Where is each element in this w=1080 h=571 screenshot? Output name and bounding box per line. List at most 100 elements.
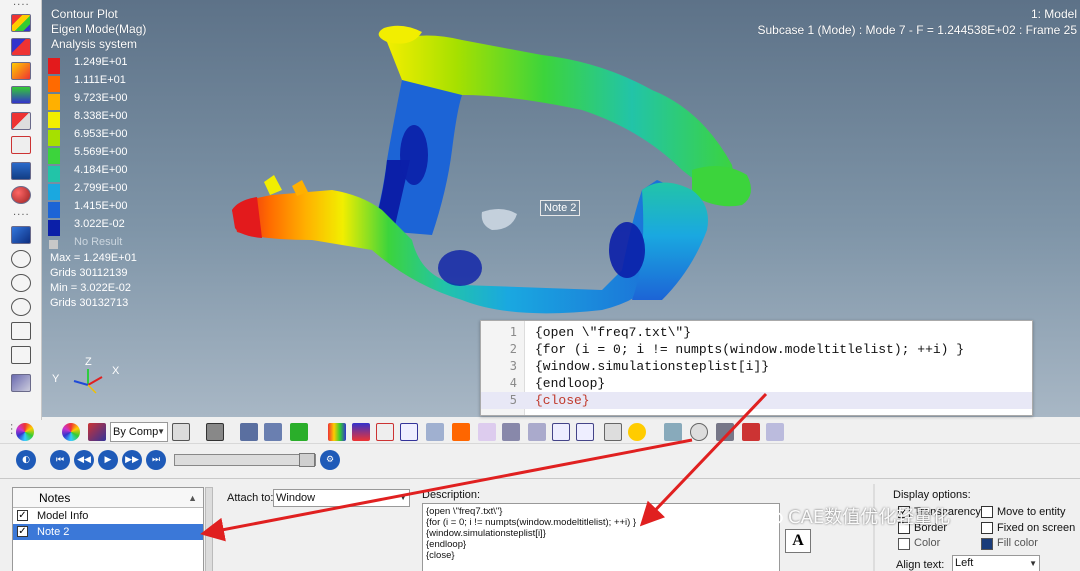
mesh-icon[interactable] <box>11 374 31 392</box>
color-mode-select[interactable]: By Comp ▼ <box>110 422 168 442</box>
shaded-cube-icon[interactable] <box>206 423 224 441</box>
vector-icon[interactable] <box>352 423 370 441</box>
notes-list[interactable]: Notes ▲ ✓ Model Info ✓ Note 2 <box>12 487 204 571</box>
contour-tool-icon[interactable] <box>11 14 31 32</box>
fill-color-swatch[interactable] <box>981 538 993 550</box>
color-wheel-icon[interactable] <box>16 423 34 441</box>
fringe-icon[interactable] <box>528 423 546 441</box>
align-text-select[interactable]: Left ▼ <box>952 555 1040 571</box>
hierarchy-2-icon[interactable] <box>11 346 31 364</box>
code-snippet-panel: 1 {open \"freq7.txt\"} 2 {for (i = 0; i != … <box>480 320 1033 416</box>
slider-thumb[interactable] <box>299 453 315 467</box>
hyperview-window: ···· ···· Contour Plot Eigen Mode(Mag) A… <box>0 0 1080 571</box>
spin-icon[interactable] <box>628 423 646 441</box>
note-checkbox[interactable]: ✓ <box>17 526 28 537</box>
component-color-icon[interactable] <box>88 423 106 441</box>
measure-tool-icon[interactable] <box>576 423 594 441</box>
notes-header[interactable]: Notes ▲ <box>13 488 203 508</box>
model-label: 1: Model <box>1030 7 1077 21</box>
legend-swatch <box>48 112 60 128</box>
move-to-entity-label: Move to entity <box>997 506 1066 518</box>
iso-plot-icon[interactable] <box>11 86 31 104</box>
spheres-icon[interactable] <box>11 186 31 204</box>
toolbar-grip-h[interactable]: ··· <box>5 423 16 436</box>
color-label: Color <box>914 537 941 549</box>
note-2-tag[interactable]: Note 2 <box>540 200 581 216</box>
tracking-icon[interactable] <box>478 423 496 441</box>
eye-filter-icon[interactable] <box>11 298 31 316</box>
find-icon[interactable] <box>664 423 682 441</box>
tensor-plot-icon[interactable] <box>11 62 31 80</box>
annotation-icon[interactable] <box>716 423 734 441</box>
hierarchy-icon[interactable] <box>11 322 31 340</box>
vector-plot-icon[interactable] <box>11 38 31 56</box>
description-line: {open \"freq7.txt\"} <box>426 506 503 517</box>
toolbar-grip[interactable]: ···· <box>13 0 30 11</box>
components-icon[interactable] <box>290 423 308 441</box>
chevron-down-icon: ▼ <box>399 493 407 502</box>
legend-value: 1.249E+01 <box>74 56 128 68</box>
legend-value: 6.953E+00 <box>74 128 128 140</box>
iso-value-icon[interactable] <box>400 423 418 441</box>
build-plots-icon[interactable] <box>502 423 520 441</box>
legend-swatch <box>48 130 60 146</box>
measure-icon[interactable] <box>11 136 31 154</box>
font-button[interactable]: A <box>785 529 811 553</box>
max-value: Max = 1.249E+01 <box>50 252 137 264</box>
legend-icon[interactable] <box>742 423 760 441</box>
note-item-model-info[interactable]: ✓ Model Info <box>13 508 203 524</box>
chevron-down-icon: ▼ <box>1029 559 1037 568</box>
curve-plot-icon[interactable] <box>766 423 784 441</box>
wireframe-cube-icon[interactable] <box>172 423 190 441</box>
description-label: Description: <box>422 489 481 501</box>
animation-mode-icon[interactable]: ◐ <box>16 450 36 470</box>
code-text: {window.simulationsteplist[i]} <box>535 359 770 374</box>
text-color-swatch[interactable] <box>898 538 910 550</box>
no-result-label: No Result <box>74 236 123 248</box>
frame-slider[interactable] <box>174 453 316 467</box>
clip-icon[interactable] <box>604 423 622 441</box>
mesh-lines-icon[interactable] <box>264 423 282 441</box>
eye-visibility-icon[interactable] <box>11 250 31 268</box>
deformed-icon[interactable] <box>376 423 394 441</box>
play-button[interactable]: ▶ <box>98 450 118 470</box>
display-icon[interactable] <box>11 162 31 180</box>
first-frame-button[interactable]: ⏮ <box>50 450 70 470</box>
max-grid: Grids 30112139 <box>50 267 128 279</box>
feature-lines-icon[interactable] <box>240 423 258 441</box>
contour-icon[interactable] <box>328 423 346 441</box>
legend-swatch <box>48 94 60 110</box>
notes-icon[interactable] <box>690 423 708 441</box>
fixed-on-screen-checkbox[interactable] <box>981 522 993 534</box>
query-icon[interactable] <box>452 423 470 441</box>
legend-value: 1.111E+01 <box>74 74 126 86</box>
color-picker-icon[interactable] <box>62 423 80 441</box>
attach-to-select[interactable]: Window ▼ <box>273 489 410 507</box>
toolbar-grip-2[interactable]: ···· <box>13 210 30 221</box>
section-cut-icon[interactable] <box>426 423 444 441</box>
forward-button[interactable]: ▶▶ <box>122 450 142 470</box>
line-number: 2 <box>509 342 517 356</box>
deformed-shape-icon[interactable] <box>11 112 31 130</box>
left-toolbar: ···· ···· <box>0 0 42 420</box>
code-line: 2 {for (i = 0; i != numpts(window.modelti… <box>481 341 1032 358</box>
description-line: {for (i = 0; i != numpts(window.modeltit… <box>426 517 637 528</box>
eye-pick-icon[interactable] <box>11 274 31 292</box>
table-icon[interactable] <box>552 423 570 441</box>
note-item-note-2[interactable]: ✓ Note 2 <box>13 524 203 540</box>
legend-value: 2.799E+00 <box>74 182 128 194</box>
last-frame-button[interactable]: ⏭ <box>146 450 166 470</box>
legend-swatch <box>48 58 60 74</box>
legend-swatch <box>48 166 60 182</box>
description-textarea[interactable]: {open \"freq7.txt\"} {for (i = 0; i != nu… <box>422 503 780 571</box>
cube-view-icon[interactable] <box>11 226 31 244</box>
splitter-handle[interactable] <box>205 487 213 571</box>
rewind-button[interactable]: ◀◀ <box>74 450 94 470</box>
animation-settings-gear-icon[interactable]: ⚙ <box>320 450 340 470</box>
fixed-on-screen-label: Fixed on screen <box>997 522 1076 534</box>
axis-x-label: X <box>112 365 120 377</box>
note-checkbox[interactable]: ✓ <box>17 510 28 521</box>
move-to-entity-checkbox[interactable] <box>981 506 993 518</box>
code-text: {for (i = 0; i != numpts(window.modeltit… <box>535 342 965 357</box>
legend-swatch <box>48 202 60 218</box>
